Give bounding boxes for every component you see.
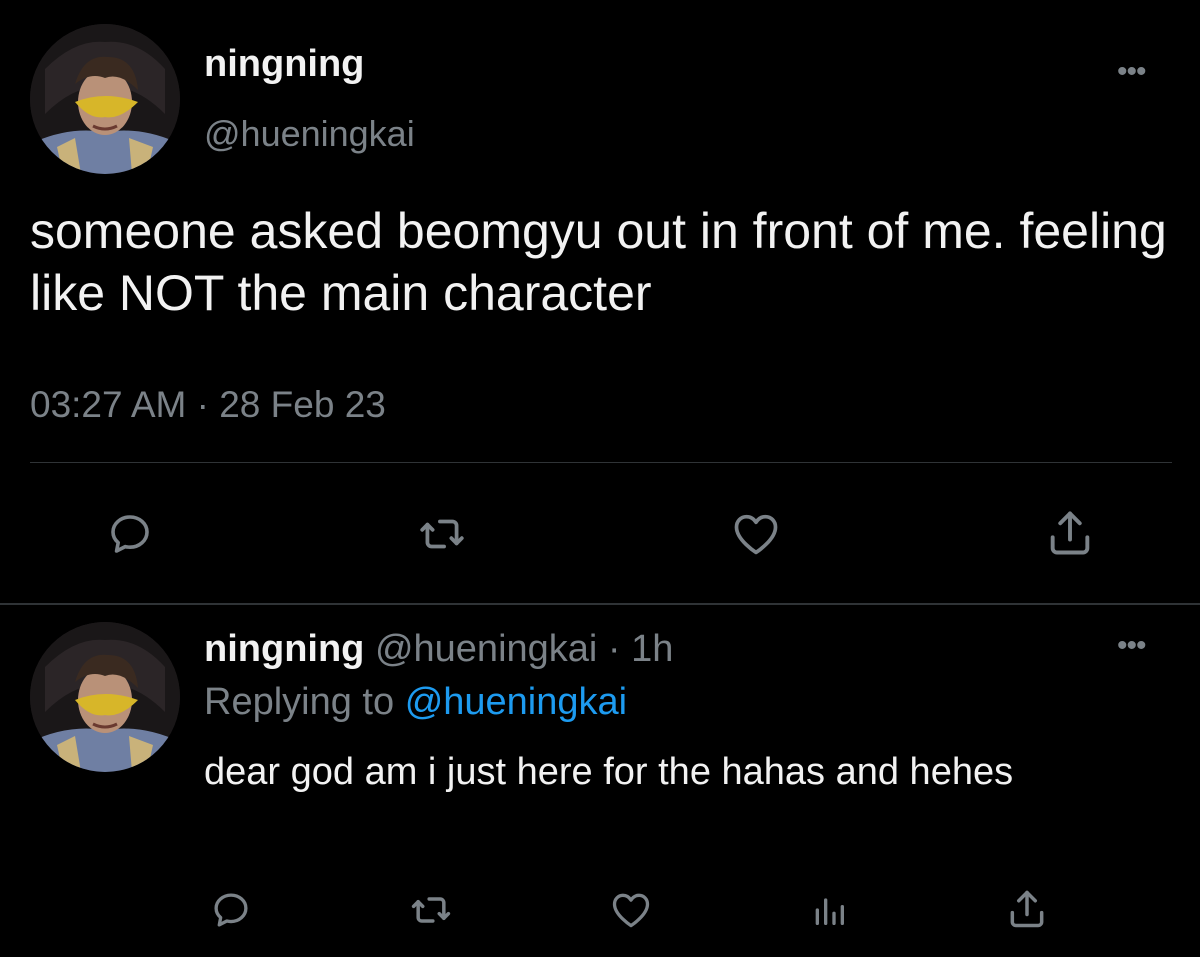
reply-retweet-button[interactable] [404,886,458,934]
reply-separator: · [607,628,621,670]
share-button[interactable] [1038,504,1102,562]
main-handle[interactable]: @hueningkai [204,110,415,158]
retweet-icon [420,519,464,549]
like-button[interactable] [724,506,788,562]
reply-button[interactable] [100,506,160,562]
divider [30,462,1172,463]
main-display-name[interactable]: ningning [204,40,364,88]
tweet-text: someone asked beomgyu out in front of me… [30,203,1167,321]
reply-display-name[interactable]: ningning [204,628,364,670]
timestamp-separator: · [196,384,209,425]
reply-age[interactable]: 1h [631,628,673,670]
tweet-timestamp: 03:27 AM · 28 Feb 23 [30,381,386,429]
tweet-divider [0,603,1200,605]
reply-more-options-icon[interactable]: ••• [1117,631,1146,661]
like-icon [734,514,778,555]
reply-icon [111,515,149,553]
avatar-image [30,24,180,174]
replying-to-mention[interactable]: @hueningkai [405,681,627,723]
retweet-icon [411,897,451,923]
reply-text: dear god am i just here for the hahas an… [204,751,1014,793]
reply-handle[interactable]: @hueningkai [375,628,597,670]
avatar-reply[interactable] [30,622,180,772]
retweet-button[interactable] [410,506,474,562]
reply-icon [214,893,248,927]
reply-like-button[interactable] [604,886,658,934]
analytics-icon [815,898,844,925]
share-icon [1050,511,1090,555]
avatar-image [30,622,180,772]
reply-analytics-button[interactable] [804,886,854,934]
reply-reply-button[interactable] [206,886,256,934]
more-options-icon[interactable]: ••• [1117,57,1146,87]
reply-share-button[interactable] [1000,884,1054,934]
replying-to-prefix: Replying to [204,681,395,723]
tweet-time: 03:27 AM [30,384,187,425]
replying-to-line: Replying to @hueningkai [204,677,627,727]
reply-header: ningning @hueningkai · 1h [204,624,673,674]
share-icon [1010,890,1044,928]
tweet-date: 28 Feb 23 [219,384,386,425]
like-icon [612,893,650,928]
avatar-main[interactable] [30,24,180,174]
